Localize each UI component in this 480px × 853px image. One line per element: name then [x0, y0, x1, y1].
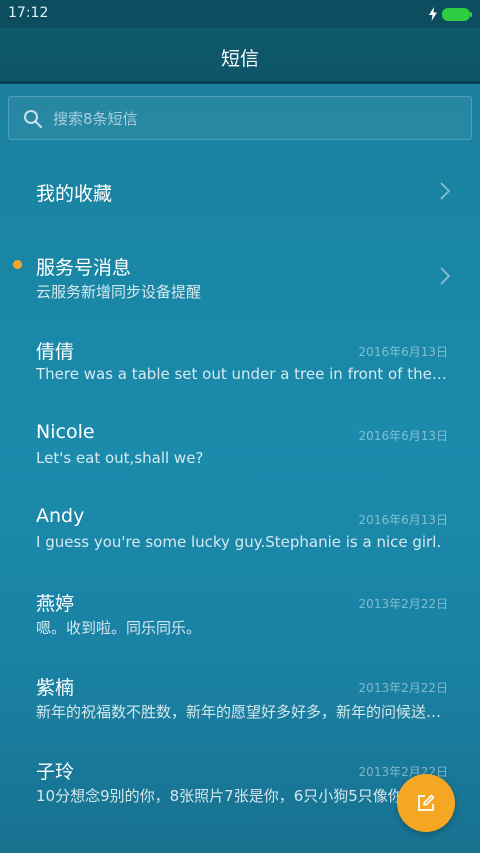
chevron-right-icon: [440, 182, 450, 200]
item-preview: 10分想念9别的你，8张照片7张是你，6只小狗5只像你: [36, 787, 403, 805]
item-date: 2016年6月13日: [358, 345, 448, 359]
list-item-conversation[interactable]: 倩倩 2016年6月13日 There was a table set out …: [0, 318, 480, 402]
status-bar: 17:12: [0, 0, 480, 28]
item-title: 紫楠: [36, 677, 75, 699]
item-date: 2016年6月13日: [358, 513, 448, 527]
list-item-conversation[interactable]: Nicole 2016年6月13日 Let's eat out,shall we…: [0, 402, 480, 486]
search-icon: [24, 110, 42, 128]
item-title: 倩倩: [36, 341, 75, 363]
unread-dot: [13, 260, 22, 269]
item-title: 燕婷: [36, 593, 75, 615]
search-input[interactable]: [53, 105, 453, 133]
item-title: 服务号消息: [36, 257, 132, 279]
item-title: 子玲: [36, 761, 75, 783]
compose-icon: [418, 794, 435, 811]
chevron-right-icon: [440, 267, 450, 285]
item-preview: Let's eat out,shall we?: [36, 449, 204, 467]
item-preview: 嗯。收到啦。同乐同乐。: [36, 619, 202, 637]
battery-icon: [442, 7, 472, 21]
item-preview: I guess you're some lucky guy.Stephanie …: [36, 533, 442, 551]
item-date: 2016年6月13日: [358, 429, 448, 443]
item-title: Andy: [36, 505, 85, 527]
title-bar: 短信: [0, 28, 480, 84]
compose-button[interactable]: [397, 774, 455, 832]
list-item-conversation[interactable]: 燕婷 2013年2月22日 嗯。收到啦。同乐同乐。: [0, 570, 480, 654]
list-item-conversation[interactable]: Andy 2016年6月13日 I guess you're some luck…: [0, 486, 480, 570]
list-item-service-messages[interactable]: 服务号消息 云服务新增同步设备提醒: [0, 234, 480, 318]
list-item-conversation[interactable]: 紫楠 2013年2月22日 新年的祝福数不胜数，新年的愿望好多好多，新年的问候送…: [0, 654, 480, 738]
status-time: 17:12: [8, 5, 49, 21]
item-title: Nicole: [36, 421, 95, 443]
item-preview: 新年的祝福数不胜数，新年的愿望好多好多，新年的问候送给你: [36, 703, 450, 721]
search-box[interactable]: [8, 96, 472, 140]
item-preview: 云服务新增同步设备提醒: [36, 283, 202, 301]
bolt-icon: [429, 7, 437, 21]
item-title: 我的收藏: [36, 183, 113, 205]
item-date: 2013年2月22日: [358, 681, 448, 695]
page-title: 短信: [220, 48, 259, 70]
item-date: 2013年2月22日: [358, 597, 448, 611]
item-preview: There was a table set out under a tree i…: [36, 365, 450, 383]
list-item-favorites[interactable]: 我的收藏: [0, 150, 480, 234]
status-indicators: [428, 5, 472, 23]
